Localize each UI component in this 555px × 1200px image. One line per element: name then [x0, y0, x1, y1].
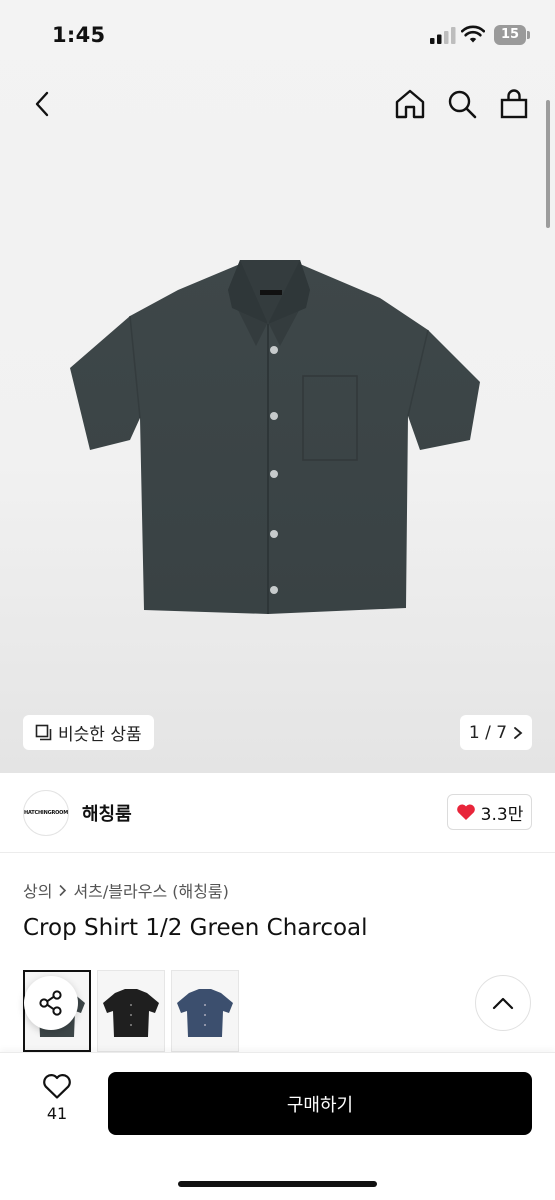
- battery-cap: [527, 31, 530, 39]
- similar-products-label: 비슷한 상품: [58, 725, 142, 745]
- product-title: Crop Shirt 1/2 Green Charcoal: [23, 915, 368, 941]
- home-indicator: [178, 1181, 377, 1187]
- back-icon[interactable]: [26, 86, 58, 122]
- wishlist-count: 41: [46, 1104, 68, 1123]
- heart-filled-icon: [456, 804, 475, 820]
- chevron-right-icon: [59, 884, 67, 896]
- bottom-action-bar: 41 구매하기: [0, 1052, 555, 1200]
- thumbnail-black[interactable]: [97, 970, 165, 1052]
- brand-row: HATCHINGROOM 해칭룸 3.3만: [0, 773, 555, 853]
- breadcrumb-subcategory[interactable]: 셔츠/블라우스 (해칭룸): [73, 878, 228, 902]
- thumbnail-shirt-image: [177, 989, 233, 1037]
- page-counter-text: 1 / 7: [468, 722, 508, 743]
- chevron-right-icon: [514, 726, 523, 739]
- similar-products-button[interactable]: 비슷한 상품: [23, 715, 154, 750]
- thumbnail-shirt-image: [103, 989, 159, 1037]
- signal-icon: [430, 27, 456, 44]
- brand-logo[interactable]: HATCHINGROOM: [23, 790, 69, 836]
- breadcrumb: 상의 셔츠/블라우스 (해칭룸): [23, 878, 229, 902]
- brand-like-button[interactable]: 3.3만: [447, 794, 532, 830]
- scroll-indicator: [546, 100, 550, 228]
- brand-name[interactable]: 해칭룸: [82, 800, 132, 826]
- buy-button[interactable]: 구매하기: [108, 1072, 532, 1135]
- chevron-up-icon: [492, 997, 514, 1010]
- share-button[interactable]: [24, 976, 78, 1030]
- thumbnail-navy[interactable]: [171, 970, 239, 1052]
- status-bar: 1:45 15: [0, 0, 555, 70]
- scroll-top-button[interactable]: [475, 975, 531, 1031]
- status-time: 1:45: [52, 23, 106, 47]
- product-image-gallery[interactable]: 1:45 15 비슷한 상품 1 / 7: [0, 0, 555, 773]
- wifi-icon: [461, 25, 485, 43]
- image-page-counter[interactable]: 1 / 7: [460, 715, 532, 750]
- search-icon[interactable]: [444, 86, 480, 122]
- product-shirt-image: [70, 260, 480, 614]
- shopping-bag-icon[interactable]: [496, 86, 532, 122]
- wishlist-button[interactable]: 41: [30, 1073, 84, 1133]
- brand-logo-text: HATCHINGROOM: [24, 810, 69, 816]
- heart-outline-icon: [43, 1074, 71, 1099]
- home-icon[interactable]: [392, 86, 428, 122]
- share-icon: [39, 990, 62, 1016]
- breadcrumb-category[interactable]: 상의: [23, 878, 52, 902]
- similar-icon: [35, 724, 52, 741]
- battery-icon: 15: [494, 25, 526, 45]
- brand-like-count: 3.3만: [480, 804, 524, 825]
